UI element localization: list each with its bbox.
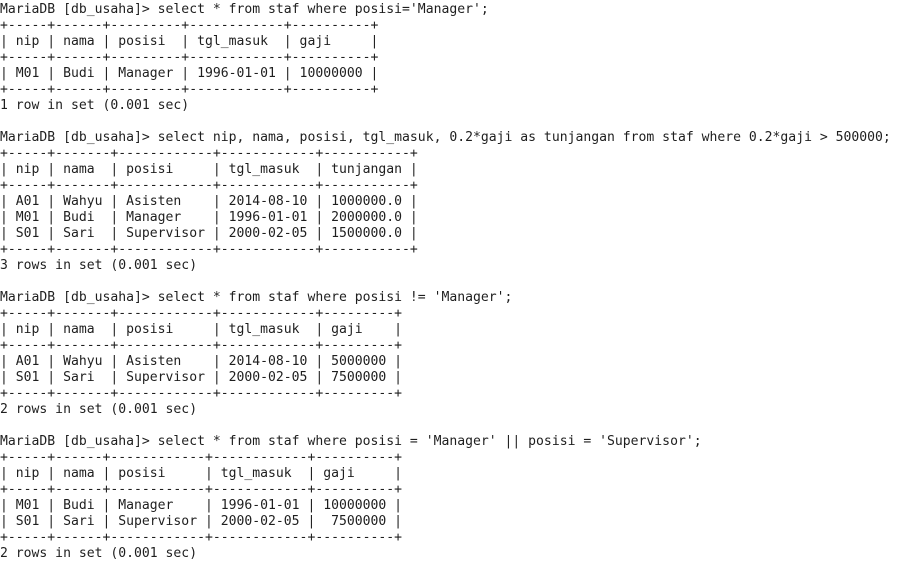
table-border: +-----+-------+------------+------------… <box>0 146 418 161</box>
table-row: | S01 | Sari | Supervisor | 2000-02-05 |… <box>0 226 418 241</box>
table-row: | M01 | Budi | Manager | 1996-01-01 | 20… <box>0 210 418 225</box>
table-header: | nip | nama | posisi | tgl_masuk | tunj… <box>0 162 418 177</box>
table-row: | S01 | Sari | Supervisor | 2000-02-05 |… <box>0 514 403 529</box>
table-header: | nip | nama | posisi | tgl_masuk | gaji… <box>0 34 379 49</box>
prompt-line: MariaDB [db_usaha]> select * from staf w… <box>0 2 489 17</box>
result-summary: 2 rows in set (0.001 sec) <box>0 402 198 417</box>
prompt-line: MariaDB [db_usaha]> select nip, nama, po… <box>0 130 891 145</box>
table-border: +-----+------+------------+------------+… <box>0 482 403 497</box>
table-border: +-----+------+---------+------------+---… <box>0 50 379 65</box>
table-row: | M01 | Budi | Manager | 1996-01-01 | 10… <box>0 66 379 81</box>
table-border: +-----+-------+------------+------------… <box>0 178 418 193</box>
table-border: +-----+-------+------------+------------… <box>0 306 403 321</box>
result-summary: 1 row in set (0.001 sec) <box>0 98 190 113</box>
table-border: +-----+-------+------------+------------… <box>0 338 403 353</box>
table-border: +-----+------+------------+------------+… <box>0 530 403 545</box>
table-row: | M01 | Budi | Manager | 1996-01-01 | 10… <box>0 498 403 513</box>
terminal-window[interactable]: MariaDB [db_usaha]> select * from staf w… <box>0 0 910 562</box>
table-header: | nip | nama | posisi | tgl_masuk | gaji… <box>0 322 403 337</box>
result-summary: 2 rows in set (0.001 sec) <box>0 546 198 561</box>
table-border: +-----+------+---------+------------+---… <box>0 18 379 33</box>
table-border: +-----+-------+------------+------------… <box>0 386 403 401</box>
table-header: | nip | nama | posisi | tgl_masuk | gaji… <box>0 466 403 481</box>
prompt-line: MariaDB [db_usaha]> select * from staf w… <box>0 434 702 449</box>
prompt-line: MariaDB [db_usaha]> select * from staf w… <box>0 290 513 305</box>
table-row: | A01 | Wahyu | Asisten | 2014-08-10 | 1… <box>0 194 418 209</box>
table-border: +-----+-------+------------+------------… <box>0 242 418 257</box>
table-row: | A01 | Wahyu | Asisten | 2014-08-10 | 5… <box>0 354 403 369</box>
table-border: +-----+------+------------+------------+… <box>0 450 403 465</box>
table-border: +-----+------+---------+------------+---… <box>0 82 379 97</box>
result-summary: 3 rows in set (0.001 sec) <box>0 258 198 273</box>
table-row: | S01 | Sari | Supervisor | 2000-02-05 |… <box>0 370 403 385</box>
